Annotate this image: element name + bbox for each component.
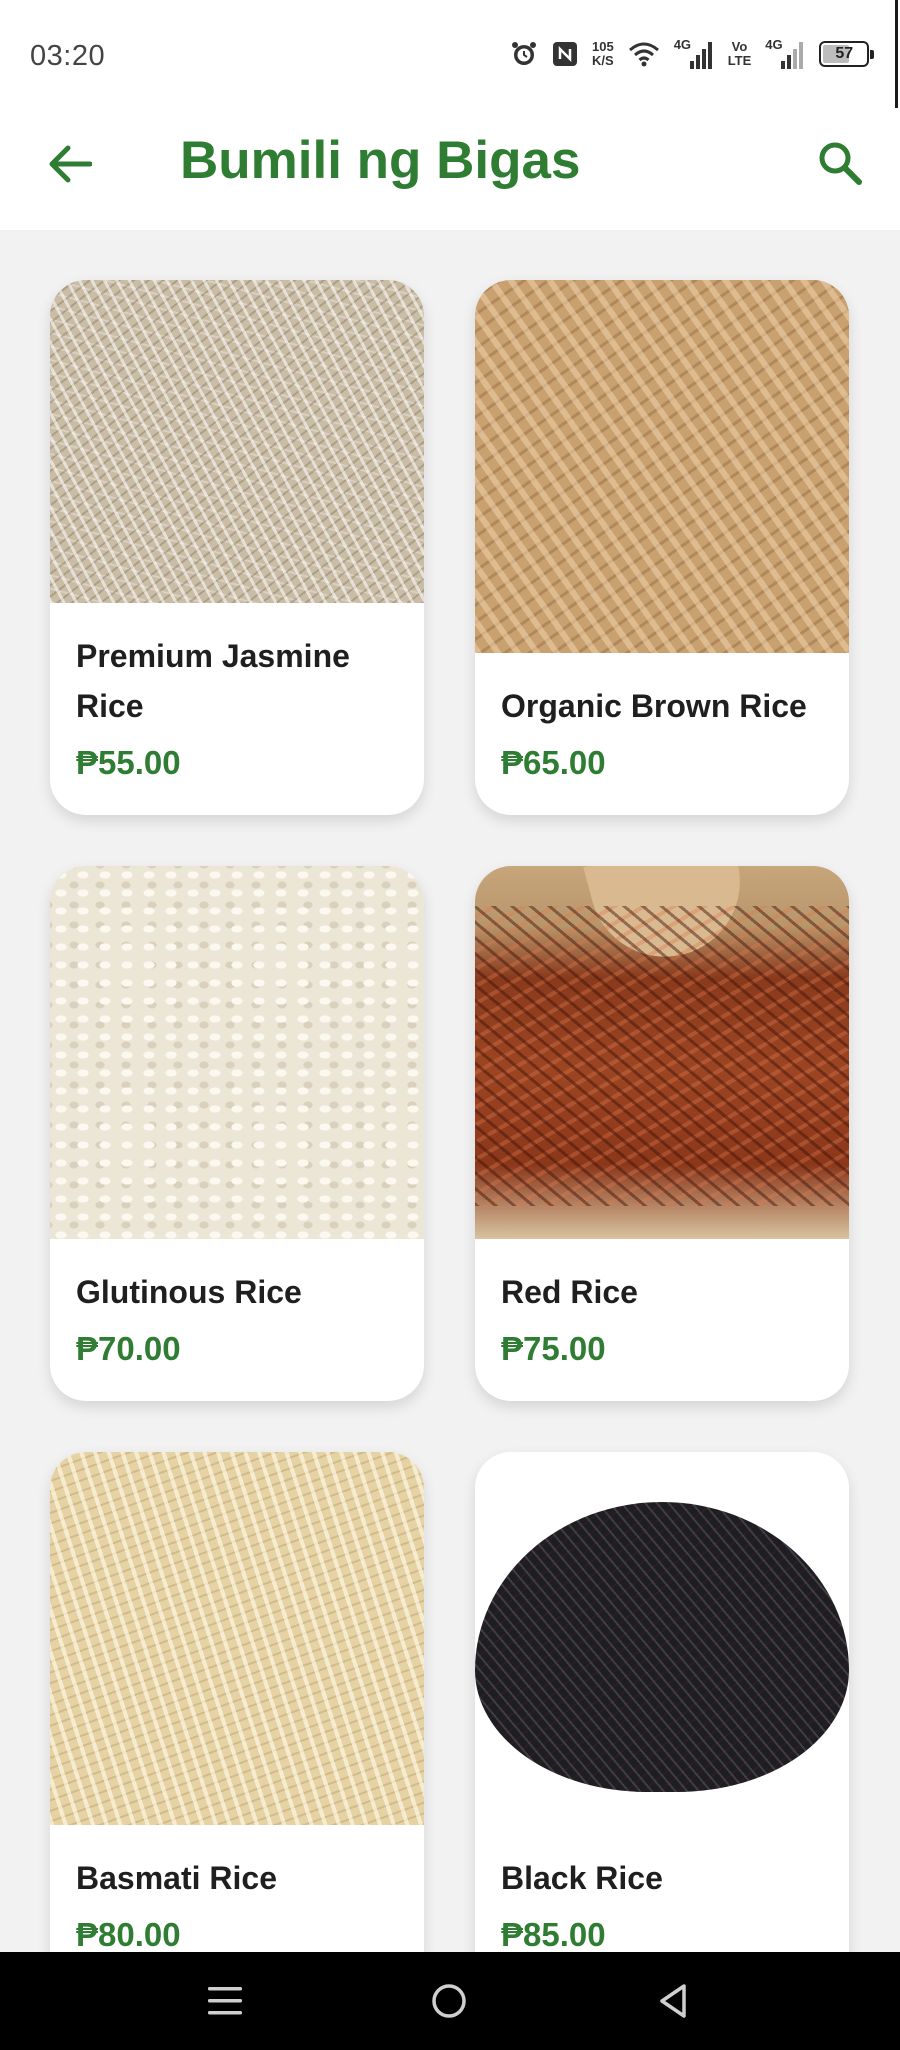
- rice-grains: [475, 906, 849, 1206]
- product-price: ₱85.00: [501, 1916, 606, 1952]
- net-speed: 105 K/S: [592, 40, 614, 68]
- net-speed-value: 105: [592, 39, 614, 54]
- product-image-brown-rice: [475, 280, 849, 653]
- product-image-jasmine-rice: [50, 280, 424, 603]
- product-grid: Premium Jasmine Rice ₱55.00 Organic Brow…: [0, 230, 900, 1952]
- status-icons: 105 K/S 4G Vo LTE 4G 57: [510, 34, 875, 74]
- network-1-label: 4G: [673, 37, 692, 52]
- product-price: ₱55.00: [76, 744, 181, 781]
- product-image-red-rice: [475, 866, 849, 1239]
- volte-badge: Vo LTE: [728, 40, 752, 68]
- product-name: Organic Brown Rice: [501, 688, 807, 724]
- product-price: ₱75.00: [501, 1330, 606, 1367]
- product-price: ₱65.00: [501, 744, 606, 781]
- nfc-icon: [552, 41, 578, 67]
- back-nav-button[interactable]: [648, 1976, 698, 2026]
- home-button[interactable]: [424, 1976, 474, 2026]
- page-title: Bumili ng Bigas: [180, 131, 581, 190]
- product-price: ₱70.00: [76, 1330, 181, 1367]
- system-nav-bar: [0, 1952, 900, 2050]
- battery-level: 57: [835, 45, 854, 62]
- status-bar: 03:20 105 K/S 4G Vo LTE 4G 57: [0, 0, 900, 108]
- product-image-black-rice: [475, 1452, 849, 1825]
- product-price: ₱80.00: [76, 1916, 181, 1952]
- signal-2: 4G: [765, 37, 805, 69]
- arrow-left-icon: [49, 145, 92, 183]
- back-button[interactable]: [44, 138, 96, 190]
- status-time: 03:20: [30, 40, 106, 72]
- product-name: Premium Jasmine Rice: [76, 638, 350, 724]
- product-card[interactable]: Black Rice ₱85.00: [475, 1452, 849, 1952]
- network-2-label: 4G: [765, 37, 783, 52]
- search-icon: [819, 142, 862, 185]
- search-button[interactable]: [814, 137, 866, 189]
- product-card[interactable]: Premium Jasmine Rice ₱55.00: [50, 280, 424, 815]
- app-bar: Bumili ng Bigas: [0, 108, 900, 230]
- volte-top: Vo: [731, 39, 748, 54]
- product-card[interactable]: Glutinous Rice ₱70.00: [50, 866, 424, 1401]
- home-circle-icon: [432, 1984, 466, 2018]
- rice-pile: [475, 1502, 849, 1792]
- product-card[interactable]: Basmati Rice ₱80.00: [50, 1452, 424, 1952]
- signal-1: 4G: [673, 37, 714, 69]
- menu-icon: [208, 1987, 242, 2015]
- net-speed-unit: K/S: [592, 53, 614, 68]
- product-image-glutinous-rice: [50, 866, 424, 1239]
- alarm-icon: [510, 40, 538, 68]
- back-triangle-icon: [660, 1984, 686, 2018]
- product-card[interactable]: Red Rice ₱75.00: [475, 866, 849, 1401]
- product-name: Red Rice: [501, 1274, 638, 1310]
- product-name: Basmati Rice: [76, 1860, 277, 1896]
- recent-apps-button[interactable]: [200, 1976, 250, 2026]
- wifi-icon: [628, 41, 660, 67]
- product-name: Glutinous Rice: [76, 1274, 302, 1310]
- volte-bottom: LTE: [727, 53, 752, 68]
- product-name: Black Rice: [501, 1860, 663, 1896]
- battery-icon: 57: [819, 41, 875, 67]
- product-card[interactable]: Organic Brown Rice ₱65.00: [475, 280, 849, 815]
- product-image-basmati-rice: [50, 1452, 424, 1825]
